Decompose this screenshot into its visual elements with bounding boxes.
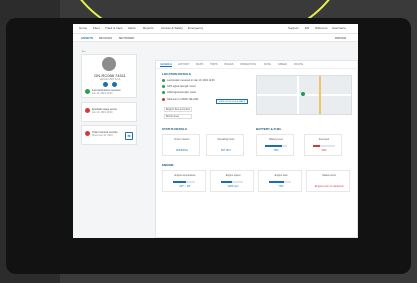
subnav-driver[interactable]: DRIVER bbox=[335, 36, 346, 40]
wrench-icon bbox=[85, 131, 90, 136]
vehicle-subtitle: Vehicle UNIT 12-A bbox=[99, 78, 121, 81]
nav-item-support[interactable]: Support bbox=[288, 26, 299, 30]
location-icon bbox=[162, 79, 165, 82]
gps-icon bbox=[162, 85, 165, 88]
vehicle-card: GN-RC088 74511 Vehicle UNIT 12-A Last tr… bbox=[81, 54, 137, 98]
subnav-assets[interactable]: ASSETS bbox=[81, 36, 93, 40]
engine-title: ENGINE bbox=[162, 163, 174, 167]
tab-issues[interactable]: ISSUES bbox=[224, 63, 234, 66]
nav-item-alerts[interactable]: Alerts bbox=[128, 26, 136, 30]
status-card-usage: Ecu/dash usage sensor Jan 10, 2019 12:00 bbox=[81, 102, 137, 122]
subnav-devices[interactable]: DEVICES bbox=[99, 36, 112, 40]
kpi-fuel-level: Fuel level 30% bbox=[304, 134, 342, 156]
nav-item-emergency[interactable]: Emergency bbox=[188, 26, 203, 30]
tab-history[interactable]: HISTORY bbox=[178, 63, 189, 66]
kpi-engine-temperature: Engine temperature 237° - 90° bbox=[162, 170, 206, 192]
detail-tabs: GENERAL HISTORY MAPS TRIPS ISSUES INSPEC… bbox=[156, 61, 358, 69]
nav-item-track[interactable]: Track & trace bbox=[105, 26, 123, 30]
kpi-driver-mission: Driver mission RUNNING bbox=[162, 134, 200, 156]
tab-rate[interactable]: RATE bbox=[264, 63, 271, 66]
odometer-icon bbox=[162, 98, 165, 101]
kpi-engine-load: Engine load 70% bbox=[258, 170, 302, 192]
fleet-select[interactable]: Belgium fleet promotion bbox=[164, 107, 192, 112]
battery-fuel-title: BATTERY & FUEL bbox=[256, 127, 282, 131]
battery-bar bbox=[265, 145, 287, 147]
fuel-bar bbox=[313, 145, 335, 147]
interlock-action-button[interactable]: ⇆ bbox=[125, 132, 133, 140]
location-map[interactable] bbox=[256, 75, 352, 115]
nav-item-language[interactable]: EN bbox=[305, 26, 309, 30]
status-card-interlock: Trailer interlock override Since Feb 10,… bbox=[81, 125, 137, 145]
vehicle-avatar bbox=[102, 57, 116, 71]
nav-item-access[interactable]: Access & Safety bbox=[161, 26, 183, 30]
location-row: Last location received on Jan 10, 2019 1… bbox=[162, 79, 215, 82]
kpi-battery-level: Battery level 75% bbox=[256, 134, 294, 156]
location-details-title: LOCATION DETAILS bbox=[162, 72, 191, 76]
tab-route[interactable]: ROUTE bbox=[294, 63, 303, 66]
kpi-operating-hours: Operating hours 847.35 h bbox=[206, 134, 244, 156]
status-details-title: STATUS DETAILS bbox=[162, 127, 187, 131]
subnav-network[interactable]: NETWORK bbox=[119, 36, 135, 40]
user-menu[interactable]: Username bbox=[332, 26, 346, 30]
top-navigation: Home Fleet Track & trace Alerts Reports … bbox=[73, 24, 358, 34]
view-map-button[interactable]: VIEW ON GOOGLE MAPS bbox=[216, 99, 248, 104]
tab-speed[interactable]: SPEED bbox=[278, 63, 287, 66]
nav-item-fleet[interactable]: Fleet bbox=[93, 26, 100, 30]
sub-navigation: ASSETS DEVICES NETWORK DRIVER bbox=[73, 34, 358, 42]
check-circle-icon bbox=[85, 89, 90, 94]
app-screen: Home Fleet Track & trace Alerts Reports … bbox=[73, 24, 358, 238]
map-road bbox=[319, 76, 321, 114]
check-icon bbox=[112, 82, 117, 87]
nav-item-reports[interactable]: Reports bbox=[143, 26, 154, 30]
gsm-row: GSM signal strength: Good bbox=[162, 91, 196, 94]
tab-maps[interactable]: MAPS bbox=[196, 63, 203, 66]
alert-icon bbox=[85, 108, 90, 113]
tab-inspection[interactable]: INSPECTION bbox=[240, 63, 256, 66]
border-select[interactable]: Border sheet bbox=[164, 114, 192, 119]
gps-row: GPS signal strength: Good bbox=[162, 85, 195, 88]
tab-general[interactable]: GENERAL bbox=[160, 63, 173, 67]
kpi-status-errors: Status errors Engine error no detected bbox=[306, 170, 350, 192]
signal-icon bbox=[162, 91, 165, 94]
vehicle-location-pin-icon[interactable] bbox=[301, 92, 305, 96]
tab-trips[interactable]: TRIPS bbox=[210, 63, 218, 66]
kpi-engine-speed: Engine speed 1900 rpm bbox=[210, 170, 254, 192]
map-road bbox=[297, 76, 299, 114]
nav-item-welcome: Welcome bbox=[315, 26, 328, 30]
nav-item-home[interactable]: Home bbox=[79, 26, 87, 30]
details-panel: GENERAL HISTORY MAPS TRIPS ISSUES INSPEC… bbox=[155, 60, 358, 238]
status-dot-icon bbox=[103, 82, 108, 87]
odometer-row: Odometer 1.0 8000 YELLOW bbox=[162, 98, 198, 101]
